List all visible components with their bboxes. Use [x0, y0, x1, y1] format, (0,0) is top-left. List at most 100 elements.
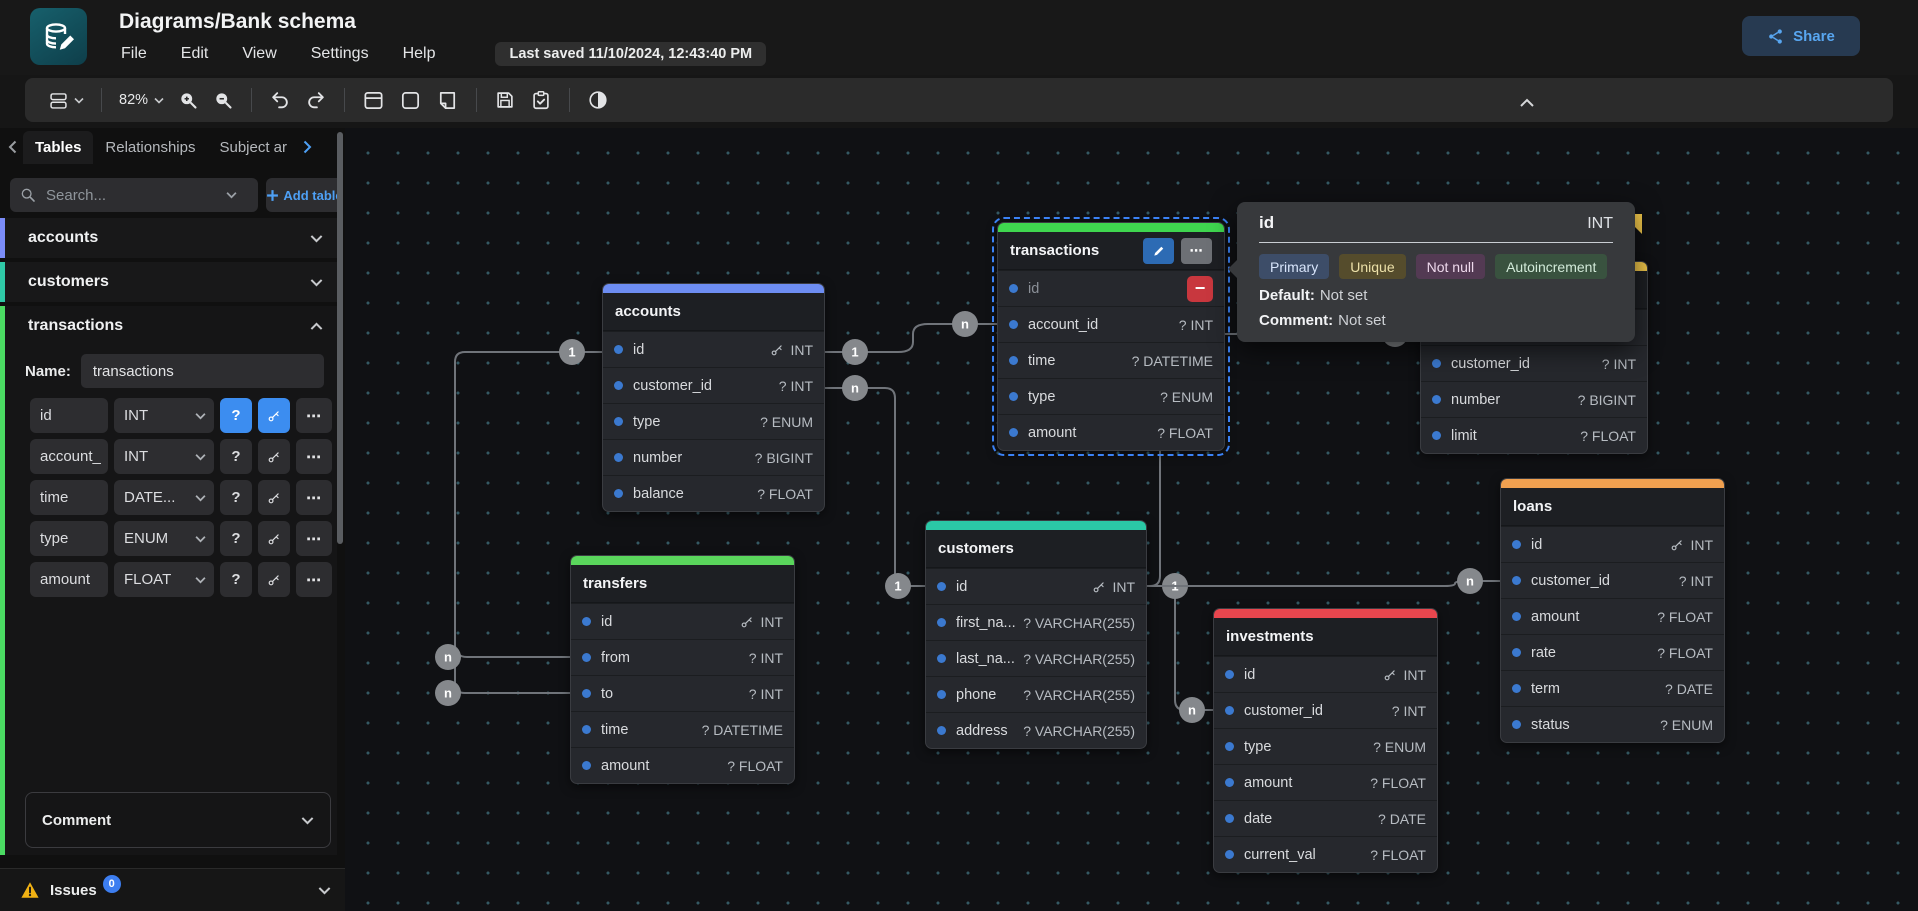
- zoom-in-button[interactable]: [171, 83, 206, 117]
- table-field-row[interactable]: to? INT: [571, 675, 794, 711]
- primary-key-toggle[interactable]: [258, 439, 290, 474]
- drawdb-logo[interactable]: [30, 8, 87, 65]
- table-field-row[interactable]: amount? FLOAT: [571, 747, 794, 783]
- table-more-button[interactable]: ⋯: [1181, 238, 1212, 264]
- menu-file[interactable]: File: [121, 45, 147, 63]
- chevron-down-icon[interactable]: [226, 191, 237, 199]
- layout-panels-button[interactable]: [41, 83, 91, 117]
- canvas-table-customers[interactable]: customersidINTfirst_na...? VARCHAR(255)l…: [925, 520, 1147, 749]
- field-type-select[interactable]: FLOAT: [114, 562, 214, 597]
- nullable-toggle[interactable]: ?: [220, 562, 252, 597]
- table-field-row[interactable]: type? ENUM: [998, 378, 1224, 414]
- primary-key-toggle[interactable]: [258, 562, 290, 597]
- redo-button[interactable]: [298, 83, 334, 117]
- field-more-button[interactable]: ⋯: [296, 439, 332, 474]
- table-field-row[interactable]: status? ENUM: [1501, 706, 1724, 742]
- toolbar-collapse-button[interactable]: [1512, 86, 1542, 120]
- primary-key-toggle[interactable]: [258, 521, 290, 556]
- table-field-row[interactable]: type? ENUM: [603, 403, 824, 439]
- table-field-row[interactable]: customer_id? INT: [1421, 345, 1647, 381]
- relationship-line[interactable]: [1147, 586, 1213, 710]
- tabs-scroll-right-icon[interactable]: [303, 140, 312, 154]
- table-field-row[interactable]: from? INT: [571, 639, 794, 675]
- diagram-canvas[interactable]: 1nn1nn11nnn accountsidINTcustomer_id? IN…: [345, 128, 1918, 911]
- table-search[interactable]: [10, 178, 258, 212]
- nullable-toggle[interactable]: ?: [220, 480, 252, 515]
- table-field-row[interactable]: address? VARCHAR(255): [926, 712, 1146, 748]
- nullable-toggle[interactable]: ?: [220, 398, 252, 433]
- sidebar-item-customers[interactable]: customers: [0, 262, 337, 302]
- tab-tables[interactable]: Tables: [23, 131, 93, 164]
- canvas-table-transfers[interactable]: transfersidINTfrom? INTto? INTtime? DATE…: [570, 555, 795, 784]
- field-more-button[interactable]: ⋯: [296, 398, 332, 433]
- save-button[interactable]: [487, 83, 523, 117]
- table-field-row[interactable]: number? BIGINT: [1421, 381, 1647, 417]
- field-more-button[interactable]: ⋯: [296, 521, 332, 556]
- table-field-row[interactable]: rate? FLOAT: [1501, 634, 1724, 670]
- canvas-table-investments[interactable]: investmentsidINTcustomer_id? INTtype? EN…: [1213, 608, 1438, 873]
- table-field-row[interactable]: balance? FLOAT: [603, 475, 824, 511]
- table-field-row[interactable]: account_id? INT: [998, 306, 1224, 342]
- comment-collapse[interactable]: Comment: [25, 792, 331, 848]
- canvas-table-accounts[interactable]: accountsidINTcustomer_id? INTtype? ENUMn…: [602, 283, 825, 512]
- table-field-row[interactable]: limit? FLOAT: [1421, 417, 1647, 453]
- table-field-row[interactable]: term? DATE: [1501, 670, 1724, 706]
- relationship-line[interactable]: [1147, 581, 1500, 586]
- menu-edit[interactable]: Edit: [181, 45, 209, 63]
- issues-bar[interactable]: Issues 0: [0, 868, 345, 911]
- canvas-table-transactions[interactable]: transactions⋯id−account_id? INTtime? DAT…: [997, 222, 1225, 451]
- menu-help[interactable]: Help: [403, 45, 436, 63]
- table-field-row[interactable]: idINT: [1214, 656, 1437, 692]
- commit-saved-button[interactable]: [523, 83, 559, 117]
- undo-button[interactable]: [262, 83, 298, 117]
- add-note-tool-button[interactable]: [429, 83, 466, 117]
- search-input[interactable]: [46, 187, 216, 204]
- table-field-row[interactable]: customer_id? INT: [603, 367, 824, 403]
- theme-toggle-button[interactable]: [580, 83, 616, 117]
- menu-settings[interactable]: Settings: [311, 45, 369, 63]
- transactions-accordion-header[interactable]: transactions: [0, 306, 337, 346]
- table-field-row[interactable]: id−: [998, 270, 1224, 306]
- field-name-input[interactable]: id: [30, 398, 108, 433]
- table-field-row[interactable]: idINT: [603, 331, 824, 367]
- table-field-row[interactable]: idINT: [1501, 526, 1724, 562]
- field-more-button[interactable]: ⋯: [296, 480, 332, 515]
- primary-key-toggle[interactable]: [258, 480, 290, 515]
- table-field-row[interactable]: customer_id? INT: [1501, 562, 1724, 598]
- canvas-table-loans[interactable]: loansidINTcustomer_id? INTamount? FLOATr…: [1500, 478, 1725, 743]
- sidebar-item-accounts[interactable]: accounts: [0, 218, 337, 258]
- table-field-row[interactable]: amount? FLOAT: [1214, 764, 1437, 800]
- table-field-row[interactable]: date? DATE: [1214, 800, 1437, 836]
- sidebar-scrollbar[interactable]: [337, 132, 343, 544]
- tabs-scroll-left-icon[interactable]: [8, 140, 17, 154]
- table-field-row[interactable]: amount? FLOAT: [1501, 598, 1724, 634]
- add-table-button[interactable]: Add table: [266, 178, 343, 212]
- table-field-row[interactable]: amount? FLOAT: [998, 414, 1224, 450]
- field-name-input[interactable]: time: [30, 480, 108, 515]
- tab-subject-areas[interactable]: Subject ar: [207, 131, 299, 164]
- add-area-tool-button[interactable]: [392, 83, 429, 117]
- table-field-row[interactable]: idINT: [926, 568, 1146, 604]
- table-field-row[interactable]: time? DATETIME: [571, 711, 794, 747]
- table-field-row[interactable]: current_val? FLOAT: [1214, 836, 1437, 872]
- table-field-row[interactable]: last_na...? VARCHAR(255): [926, 640, 1146, 676]
- nullable-toggle[interactable]: ?: [220, 439, 252, 474]
- nullable-toggle[interactable]: ?: [220, 521, 252, 556]
- field-type-select[interactable]: DATE...: [114, 480, 214, 515]
- table-field-row[interactable]: idINT: [571, 603, 794, 639]
- zoom-level-dropdown[interactable]: 82%: [112, 83, 171, 117]
- menu-view[interactable]: View: [242, 45, 276, 63]
- field-name-input[interactable]: account_: [30, 439, 108, 474]
- field-type-select[interactable]: INT: [114, 398, 214, 433]
- field-name-input[interactable]: type: [30, 521, 108, 556]
- relationship-line[interactable]: [455, 645, 570, 657]
- edit-table-button[interactable]: [1143, 238, 1174, 264]
- share-button[interactable]: Share: [1742, 16, 1860, 56]
- tab-relationships[interactable]: Relationships: [93, 131, 207, 164]
- table-field-row[interactable]: phone? VARCHAR(255): [926, 676, 1146, 712]
- relationship-line[interactable]: [825, 388, 925, 586]
- field-name-input[interactable]: amount: [30, 562, 108, 597]
- table-name-input[interactable]: [81, 354, 324, 388]
- zoom-out-button[interactable]: [206, 83, 241, 117]
- table-field-row[interactable]: time? DATETIME: [998, 342, 1224, 378]
